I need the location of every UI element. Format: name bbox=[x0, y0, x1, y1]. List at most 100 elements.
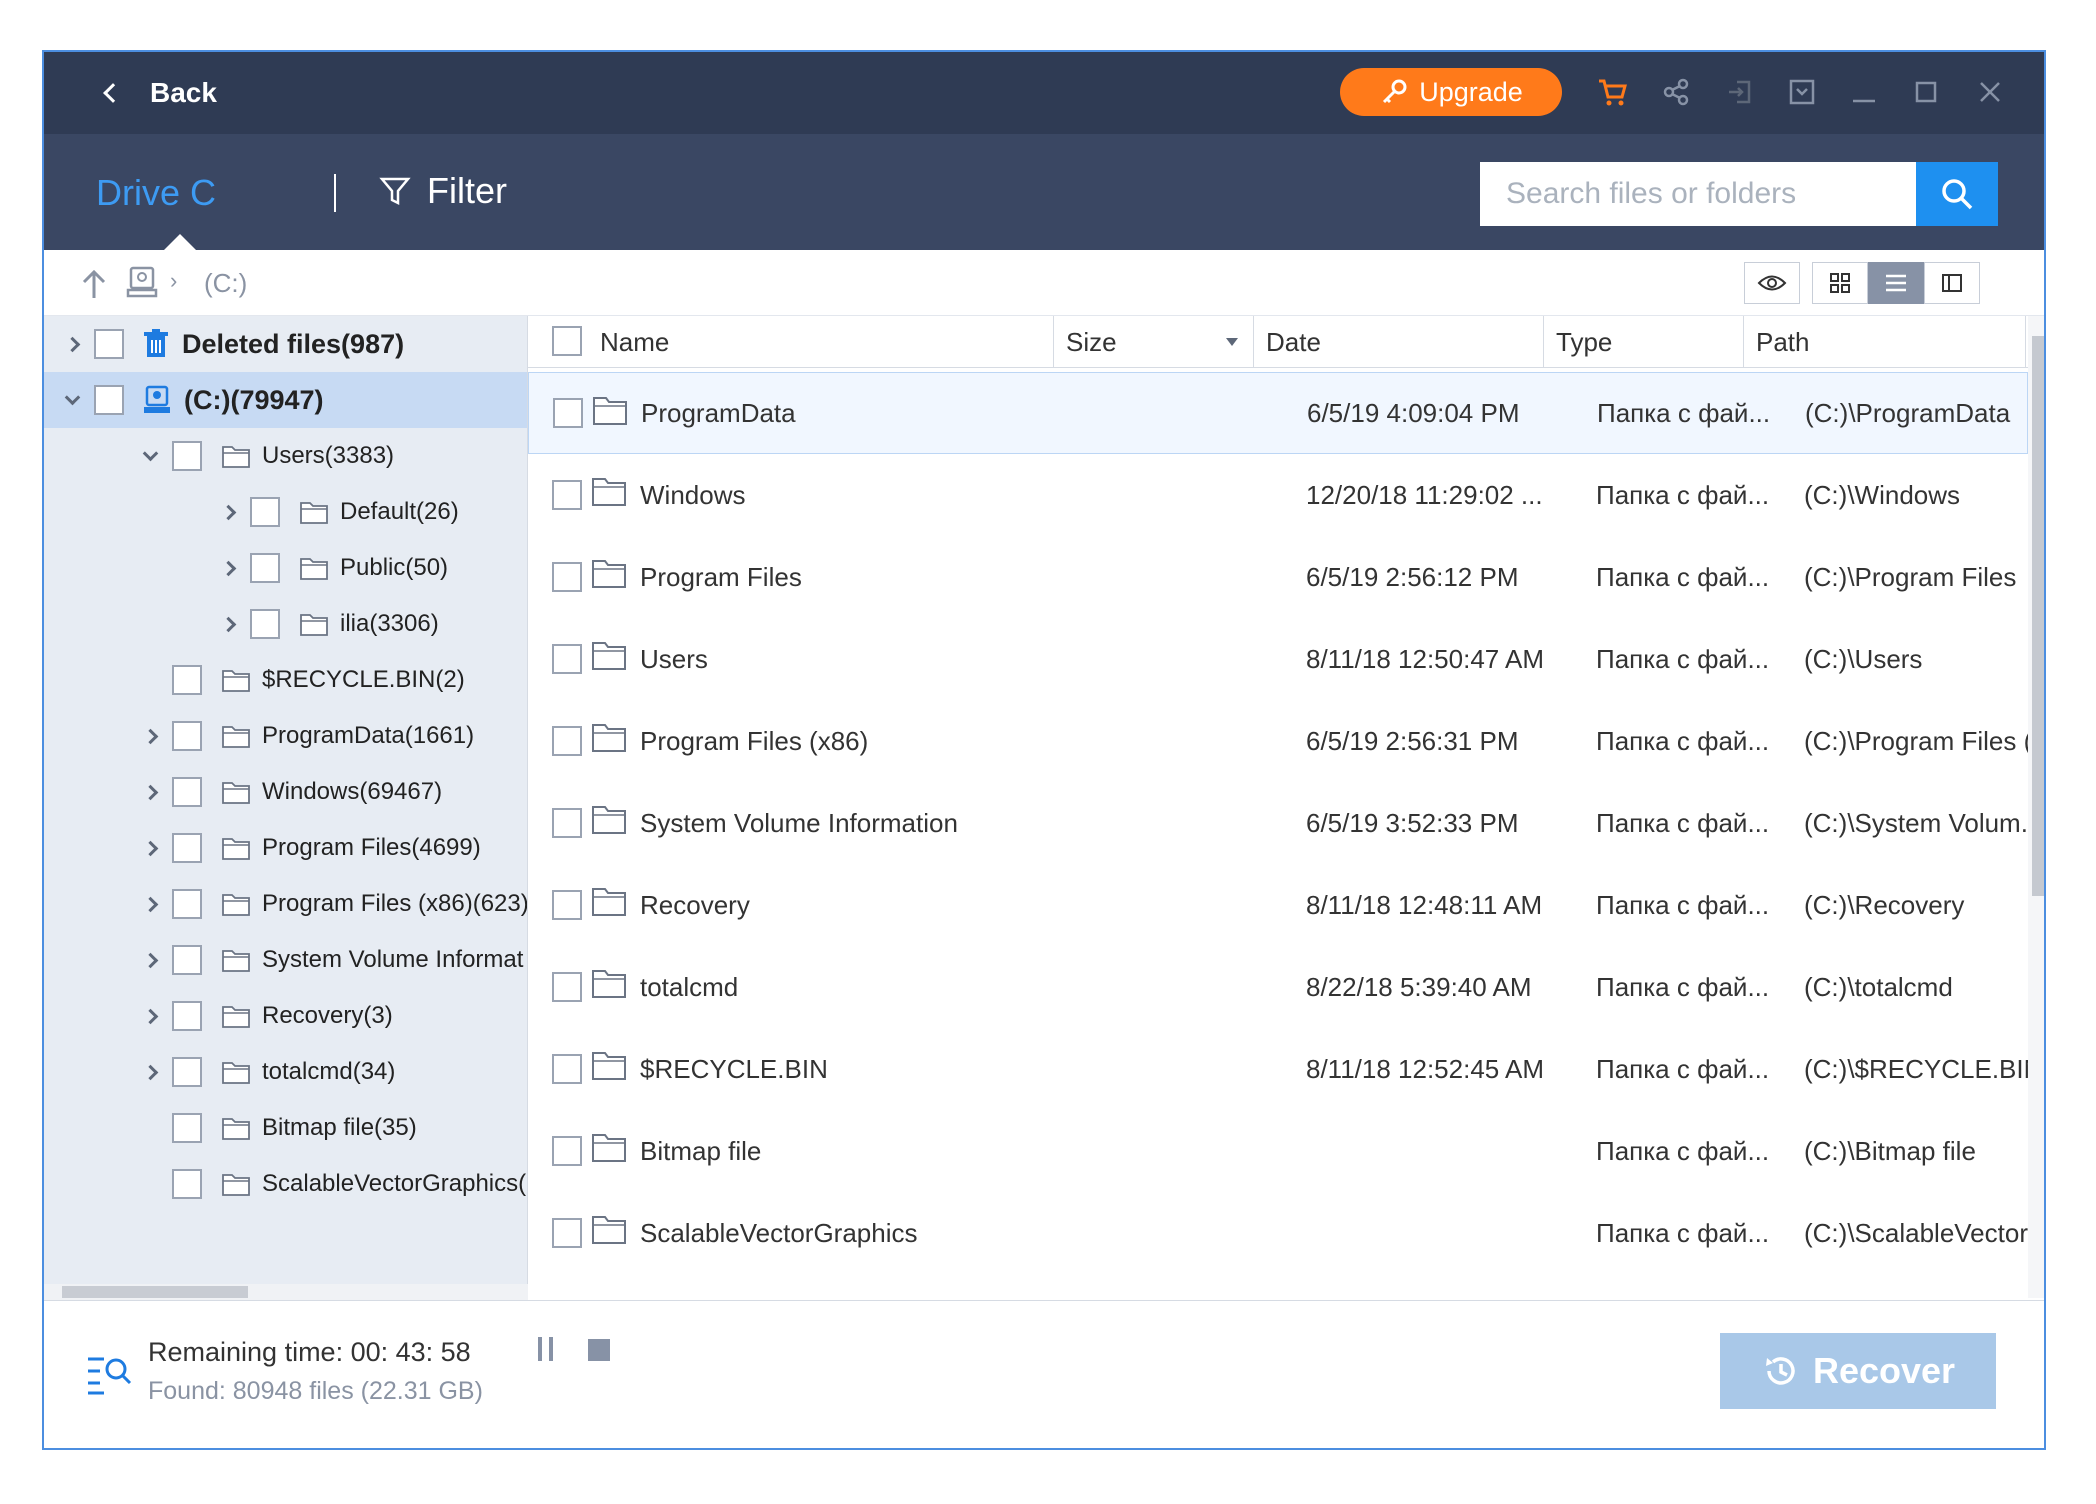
upgrade-button[interactable]: Upgrade bbox=[1340, 68, 1562, 116]
share-icon[interactable] bbox=[1656, 72, 1696, 112]
checkbox[interactable] bbox=[250, 497, 280, 527]
tree-item-totalcmd[interactable]: totalcmd(34) bbox=[44, 1044, 527, 1100]
checkbox[interactable] bbox=[552, 562, 582, 592]
pause-button[interactable] bbox=[538, 1337, 562, 1367]
arrow-up-icon[interactable] bbox=[78, 266, 110, 302]
checkbox[interactable] bbox=[172, 441, 202, 471]
scrollbar-thumb[interactable] bbox=[62, 1286, 248, 1298]
chevron-right-icon[interactable] bbox=[140, 896, 160, 912]
scrollbar-thumb[interactable] bbox=[2032, 336, 2044, 896]
tree-item-public[interactable]: Public(50) bbox=[44, 540, 527, 596]
breadcrumb[interactable]: (C:) bbox=[204, 268, 247, 299]
drive-tab[interactable]: Drive C bbox=[96, 172, 216, 214]
checkbox[interactable] bbox=[552, 808, 582, 838]
checkbox[interactable] bbox=[552, 1218, 582, 1248]
checkbox[interactable] bbox=[552, 644, 582, 674]
table-row[interactable]: Program Files (x86) 6/5/19 2:56:31 PM Па… bbox=[528, 700, 2028, 782]
tree-item-programdata[interactable]: ProgramData(1661) bbox=[44, 708, 527, 764]
preview-button[interactable] bbox=[1744, 262, 1800, 304]
detail-view-button[interactable] bbox=[1924, 262, 1980, 304]
chevron-right-icon[interactable] bbox=[62, 336, 82, 352]
table-row[interactable]: System Volume Information 6/5/19 3:52:33… bbox=[528, 782, 2028, 864]
tree-item-recovery[interactable]: Recovery(3) bbox=[44, 988, 527, 1044]
grid-view-button[interactable] bbox=[1812, 262, 1868, 304]
checkbox[interactable] bbox=[250, 609, 280, 639]
column-header-size[interactable]: Size bbox=[1054, 316, 1254, 368]
search-button[interactable] bbox=[1916, 162, 1998, 226]
chevron-down-icon[interactable] bbox=[62, 389, 82, 405]
select-all-checkbox[interactable] bbox=[552, 326, 582, 356]
filter-button[interactable]: Filter bbox=[379, 170, 507, 212]
column-header-name[interactable]: Name bbox=[588, 316, 1054, 368]
checkbox[interactable] bbox=[172, 721, 202, 751]
chevron-right-icon[interactable] bbox=[140, 784, 160, 800]
close-icon[interactable] bbox=[1970, 72, 2010, 112]
table-row[interactable]: $RECYCLE.BIN 8/11/18 12:52:45 AM Папка с… bbox=[528, 1028, 2028, 1110]
login-icon[interactable] bbox=[1720, 72, 1760, 112]
file-list-vertical-scrollbar[interactable] bbox=[2028, 316, 2044, 1298]
sidebar-horizontal-scrollbar[interactable] bbox=[44, 1284, 528, 1300]
checkbox[interactable] bbox=[172, 945, 202, 975]
dropdown-icon[interactable] bbox=[1782, 72, 1822, 112]
tree-item-deleted-files[interactable]: Deleted files(987) bbox=[44, 316, 527, 372]
search-input[interactable] bbox=[1480, 162, 1916, 226]
table-row[interactable]: Recovery 8/11/18 12:48:11 AM Папка с фай… bbox=[528, 864, 2028, 946]
tree-item-users[interactable]: Users(3383) bbox=[44, 428, 527, 484]
chevron-right-icon[interactable] bbox=[218, 504, 238, 520]
checkbox[interactable] bbox=[94, 329, 124, 359]
chevron-right-icon[interactable] bbox=[140, 840, 160, 856]
recover-button[interactable]: Recover bbox=[1720, 1333, 1996, 1409]
tree-item-recycle-bin[interactable]: $RECYCLE.BIN(2) bbox=[44, 652, 527, 708]
list-view-button[interactable] bbox=[1868, 262, 1924, 304]
checkbox[interactable] bbox=[172, 1001, 202, 1031]
cart-icon[interactable] bbox=[1592, 72, 1632, 112]
checkbox[interactable] bbox=[94, 385, 124, 415]
checkbox[interactable] bbox=[552, 972, 582, 1002]
tree-item-program-files-x86[interactable]: Program Files (x86)(623) bbox=[44, 876, 527, 932]
column-header-date[interactable]: Date bbox=[1254, 316, 1544, 368]
table-row[interactable]: totalcmd 8/22/18 5:39:40 AM Папка с фай.… bbox=[528, 946, 2028, 1028]
checkbox[interactable] bbox=[172, 833, 202, 863]
tree-item-program-files[interactable]: Program Files(4699) bbox=[44, 820, 527, 876]
checkbox[interactable] bbox=[172, 889, 202, 919]
column-header-path[interactable]: Path bbox=[1744, 316, 2026, 368]
table-row[interactable]: Windows 12/20/18 11:29:02 ... Папка с фа… bbox=[528, 454, 2028, 536]
tree-item-drive-c[interactable]: (C:)(79947) bbox=[44, 372, 527, 428]
table-row[interactable]: Users 8/11/18 12:50:47 AM Папка с фай...… bbox=[528, 618, 2028, 700]
file-type: Папка с фай... bbox=[1596, 479, 1770, 510]
checkbox[interactable] bbox=[172, 665, 202, 695]
checkbox[interactable] bbox=[172, 1169, 202, 1199]
checkbox[interactable] bbox=[552, 890, 582, 920]
checkbox[interactable] bbox=[172, 1057, 202, 1087]
chevron-right-icon[interactable] bbox=[140, 952, 160, 968]
tree-item-ilia[interactable]: ilia(3306) bbox=[44, 596, 527, 652]
checkbox[interactable] bbox=[552, 1054, 582, 1084]
minimize-icon[interactable] bbox=[1844, 72, 1884, 112]
checkbox[interactable] bbox=[172, 777, 202, 807]
chevron-right-icon[interactable] bbox=[140, 1064, 160, 1080]
tree-item-system-volume[interactable]: System Volume Informat bbox=[44, 932, 527, 988]
tree-item-bitmap-file[interactable]: Bitmap file(35) bbox=[44, 1100, 527, 1156]
checkbox[interactable] bbox=[552, 480, 582, 510]
chevron-down-icon[interactable] bbox=[140, 445, 160, 461]
tree-item-scalable-vector-graphics[interactable]: ScalableVectorGraphics( bbox=[44, 1156, 527, 1212]
stop-button[interactable] bbox=[588, 1339, 610, 1361]
maximize-icon[interactable] bbox=[1906, 72, 1946, 112]
column-header-type[interactable]: Type bbox=[1544, 316, 1744, 368]
table-row[interactable]: Bitmap file Папка с фай... (C:)\Bitmap f… bbox=[528, 1110, 2028, 1192]
checkbox[interactable] bbox=[552, 1136, 582, 1166]
chevron-right-icon[interactable] bbox=[140, 728, 160, 744]
chevron-right-icon[interactable] bbox=[218, 616, 238, 632]
table-row[interactable]: Program Files 6/5/19 2:56:12 PM Папка с … bbox=[528, 536, 2028, 618]
back-button[interactable]: Back bbox=[103, 72, 217, 114]
checkbox[interactable] bbox=[552, 726, 582, 756]
tree-item-default[interactable]: Default(26) bbox=[44, 484, 527, 540]
table-row[interactable]: ProgramData 6/5/19 4:09:04 PM Папка с фа… bbox=[528, 372, 2028, 454]
checkbox[interactable] bbox=[553, 398, 583, 428]
tree-item-windows[interactable]: Windows(69467) bbox=[44, 764, 527, 820]
checkbox[interactable] bbox=[250, 553, 280, 583]
checkbox[interactable] bbox=[172, 1113, 202, 1143]
chevron-right-icon[interactable] bbox=[140, 1008, 160, 1024]
chevron-right-icon[interactable] bbox=[218, 560, 238, 576]
table-row[interactable]: ScalableVectorGraphics Папка с фай... (C… bbox=[528, 1192, 2028, 1274]
